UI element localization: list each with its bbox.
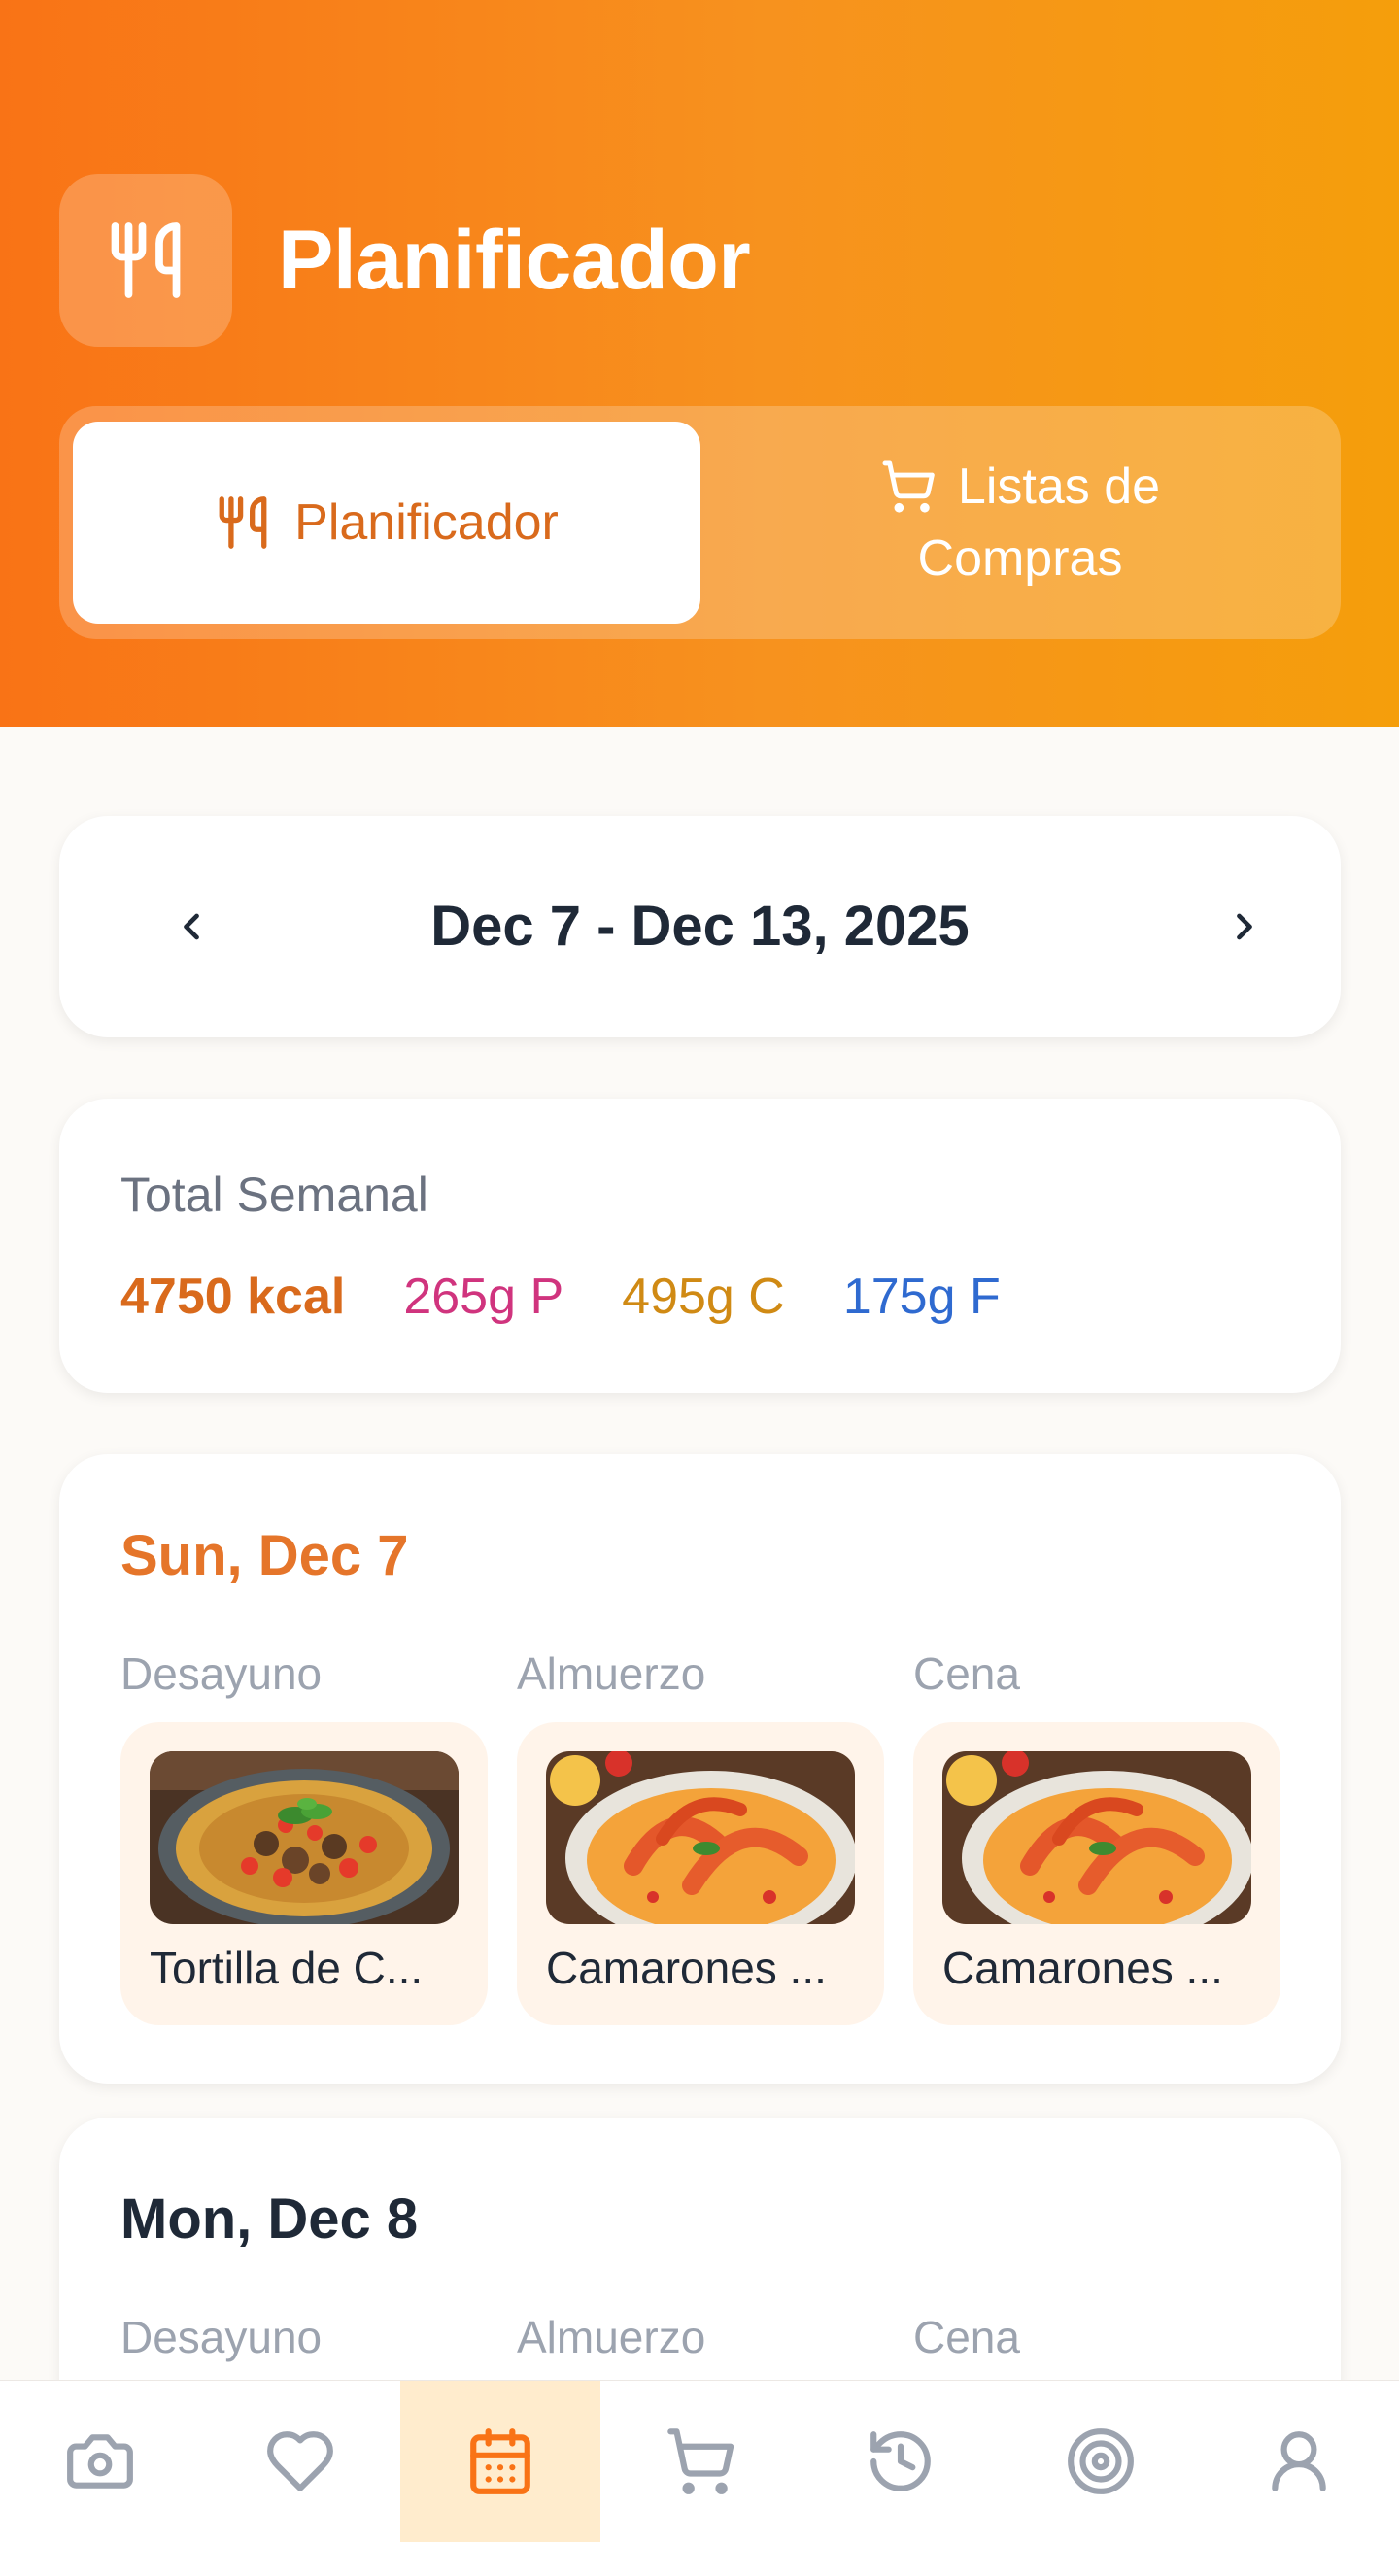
target-icon [1068,2428,1134,2494]
meal-name: Camarones ... [546,1943,827,1993]
meal-photo-camarones [942,1751,1251,1924]
meal-tile-desayuno[interactable]: Tortilla de C... [120,1722,488,2025]
meal-type-label: Almuerzo [517,1648,706,1699]
tab-listas-label-line1: Listas de [957,458,1161,515]
meal-slot-cena: Cena Camarones ... [913,1646,1280,2025]
tab-switcher: Planificador Listas de Compras [59,406,1341,639]
tab-listas-de-compras[interactable]: Listas de Compras [712,422,1328,624]
bottom-navigation [0,2380,1399,2576]
next-week-button[interactable] [1204,886,1285,967]
meal-type-label: Cena [913,2312,1020,2362]
nav-planner[interactable] [400,2381,600,2542]
utensils-icon [111,222,181,298]
cart-icon [667,2428,734,2494]
day-title: Sun, Dec 7 [120,1524,409,1587]
day-card-sun-dec-7: Sun, Dec 7 Desayuno Tortilla de C... Alm… [59,1454,1341,2084]
cart-icon [882,460,935,513]
meal-type-label: Almuerzo [517,2312,706,2362]
total-kcal: 4750 kcal [120,1269,346,1325]
meal-slot-desayuno: Desayuno [120,1646,488,2025]
page-title: Planificador [278,214,751,307]
nav-shopping[interactable] [600,2381,801,2542]
meal-name: Camarones ... [942,1943,1223,1993]
week-selector: Dec 7 - Dec 13, 2025 [59,816,1341,1037]
meal-type-label: Cena [913,1648,1020,1699]
nav-goals[interactable] [1001,2381,1201,2542]
total-carbs: 495g C [622,1269,785,1325]
meal-type-label: Desayuno [120,2312,323,2362]
meal-tile-almuerzo[interactable]: Camarones ... [517,1722,884,2025]
day-title: Mon, Dec 8 [120,2187,419,2251]
meal-slot-desayuno: Desayuno [120,2310,488,2386]
total-fat: 175g F [842,1269,1001,1325]
nav-history[interactable] [801,2381,1001,2542]
meal-name: Tortilla de C... [150,1943,424,1993]
nav-profile[interactable] [1199,2381,1399,2542]
nav-camera[interactable] [0,2381,200,2542]
weekly-total-title: Total Semanal [120,1168,428,1222]
weekly-total-card: Total Semanal 4750 kcal 265g P 495g C 17… [59,1099,1341,1393]
tab-planificador[interactable]: Planificador [73,422,700,624]
calendar-icon [470,2428,530,2494]
meal-slot-almuerzo: Almuerzo [517,2310,884,2386]
meal-photo-camarones [546,1751,855,1924]
chevron-right-icon [1237,913,1252,940]
app-header: Planificador Planificador Listas de Comp… [0,0,1399,727]
heart-icon [267,2431,333,2491]
meal-slot-cena: Cena [913,2310,1280,2386]
week-range-label: Dec 7 - Dec 13, 2025 [430,895,970,958]
meal-photo-tortilla [150,1751,459,1924]
meal-tile-cena[interactable]: Camarones ... [913,1722,1280,2025]
meal-type-label: Desayuno [120,1648,323,1699]
tab-planificador-label: Planificador [294,494,559,551]
utensils-icon [219,496,267,549]
utensils-logo [59,174,232,347]
total-protein: 265g P [403,1269,564,1325]
nav-favorites[interactable] [200,2381,400,2542]
history-icon [870,2431,931,2491]
weekly-macros: 4750 kcal 265g P 495g C 175g F [120,1266,1001,1328]
meal-slot-almuerzo: Almuerzo Camarones ... [517,1646,884,2025]
tab-listas-label-line2: Compras [917,530,1123,587]
user-icon [1272,2431,1326,2491]
camera-icon [67,2434,133,2489]
